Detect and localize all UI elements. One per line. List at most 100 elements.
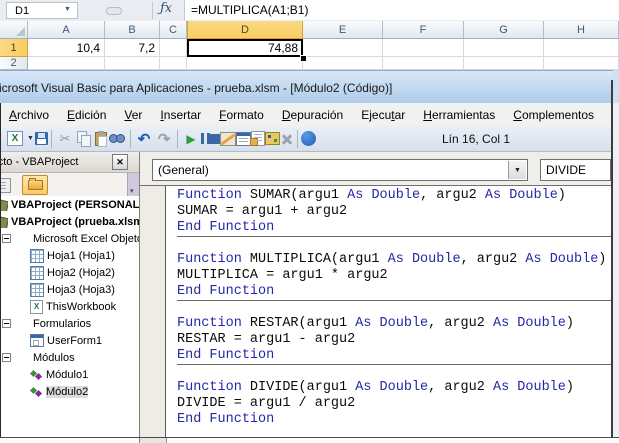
design-icon[interactable] (220, 132, 236, 146)
tree-item-label: ThisWorkbook (46, 301, 116, 313)
tree-item-vbaproject-personal-xlsb[interactable]: VBAProject (PERSONAL.XLSB) (0, 196, 139, 213)
formula-input[interactable]: =MULTIPLICA(A1;B1) (184, 0, 619, 20)
tree-expander-icon[interactable] (2, 234, 11, 243)
formula-text: =MULTIPLICA(A1;B1) (191, 3, 308, 17)
cell-E1[interactable] (303, 39, 383, 57)
column-header-C[interactable]: C (160, 21, 187, 39)
redo-icon[interactable] (154, 129, 174, 149)
menu-complementos[interactable]: Complementos (504, 105, 603, 125)
vbe-title-bar[interactable]: Microsoft Visual Basic para Aplicaciones… (0, 70, 619, 103)
code-line: End Function (177, 348, 611, 364)
formula-bar-resize-handle[interactable] (106, 7, 122, 15)
reset-icon[interactable] (210, 134, 220, 144)
break-icon[interactable] (201, 133, 210, 144)
column-header-B[interactable]: B (105, 21, 160, 39)
menu-archivo[interactable]: Archivo (0, 105, 58, 125)
toggle-folders-button[interactable] (22, 175, 48, 195)
fill-handle[interactable] (300, 55, 307, 62)
view-excel-icon[interactable] (7, 131, 23, 146)
object-browser-icon[interactable] (265, 132, 280, 145)
chevron-down-icon[interactable]: ▼ (508, 161, 526, 179)
copy-icon[interactable] (75, 129, 95, 149)
tree-item-formularios[interactable]: Formularios (0, 315, 139, 332)
column-header-E[interactable]: E (303, 21, 383, 39)
row-header-1[interactable]: 1 (0, 39, 28, 57)
tree-item-userform1[interactable]: UserForm1 (0, 332, 139, 349)
column-header-G[interactable]: G (464, 21, 544, 39)
tree-expander-icon[interactable] (2, 319, 11, 328)
selected-cell-border[interactable] (187, 39, 303, 57)
help-icon[interactable] (301, 131, 316, 146)
menu-herramientas[interactable]: Herramientas (414, 105, 504, 125)
cell-D2[interactable] (187, 57, 303, 70)
tree-item-thisworkbook[interactable]: ThisWorkbook (0, 298, 139, 315)
save-icon[interactable] (35, 132, 48, 145)
cell-F2[interactable] (383, 57, 464, 70)
insert-function-icon[interactable]: ƒx (160, 1, 182, 19)
sheet-row: 110,47,274,88 (0, 39, 619, 57)
toolbar-separator (297, 130, 298, 148)
cell-A2[interactable] (28, 57, 105, 70)
tree-expander-icon[interactable] (2, 353, 11, 362)
menu-formato[interactable]: Formato (210, 105, 273, 125)
cell-H1[interactable] (544, 39, 619, 57)
select-all-corner[interactable] (0, 21, 28, 39)
toolbar-overflow-button[interactable] (127, 173, 139, 196)
tree-item-label: Módulo1 (46, 369, 88, 381)
cell-F1[interactable] (383, 39, 464, 57)
toolbox-icon[interactable] (280, 132, 294, 146)
code-editor[interactable]: Function SUMAR(argu1 As Double, argu2 As… (167, 186, 611, 437)
tree-item-hoja2-hoja2[interactable]: Hoja2 (Hoja2) (0, 264, 139, 281)
paste-icon[interactable] (95, 132, 107, 146)
menu-insertar[interactable]: Insertar (151, 105, 210, 125)
tree-item-label: Formularios (33, 318, 91, 330)
tree-item-mo-dulo2[interactable]: Módulo2 (0, 383, 139, 400)
vbe-toolbar: ▼ (0, 126, 612, 152)
code-line: Function MULTIPLICA(argu1 As Double, arg… (177, 252, 611, 268)
cell-B2[interactable] (105, 57, 160, 70)
menu-ejecutar[interactable]: Ejecutar (352, 105, 414, 125)
code-line: MULTIPLICA = argu1 * argu2 (177, 268, 611, 284)
cell-A1[interactable]: 10,4 (28, 39, 105, 57)
cell-E2[interactable] (303, 57, 383, 70)
menu-depuracion[interactable]: Depuración (273, 105, 352, 125)
undo-icon[interactable] (134, 129, 154, 149)
project-explorer-icon[interactable] (236, 132, 251, 146)
run-icon[interactable] (181, 129, 201, 149)
project-icon (0, 216, 8, 228)
tree-item-microsoft-excel-objetos[interactable]: Microsoft Excel Objetos (0, 230, 139, 247)
tree-item-vbaproject-prueba-xlsm[interactable]: VBAProject (prueba.xlsm) (0, 213, 139, 230)
procedure-block: Function MULTIPLICA(argu1 As Double, arg… (177, 252, 611, 301)
menu-ver[interactable]: Ver (115, 105, 151, 125)
cell-B1[interactable]: 7,2 (105, 39, 160, 57)
tree-item-hoja3-hoja3[interactable]: Hoja3 (Hoja3) (0, 281, 139, 298)
module-icon (30, 386, 43, 398)
close-icon[interactable]: ✕ (112, 154, 128, 170)
cell-G2[interactable] (464, 57, 544, 70)
project-panel-titlebar[interactable]: Proyecto - VBAProject ✕ (0, 152, 139, 173)
column-header-A[interactable]: A (28, 21, 105, 39)
vbe-window-left-edge (0, 103, 1, 437)
menu-edicion[interactable]: Edición (58, 105, 115, 125)
tree-item-mo-dulo1[interactable]: Módulo1 (0, 366, 139, 383)
properties-window-icon[interactable] (251, 131, 265, 146)
cut-icon[interactable] (55, 129, 75, 149)
row-header-2[interactable]: 2 (0, 57, 28, 70)
code-margin-indicator-bar[interactable] (140, 186, 166, 437)
procedure-dropdown[interactable]: DIVIDE (540, 159, 611, 181)
column-header-F[interactable]: F (383, 21, 464, 39)
cell-G1[interactable] (464, 39, 544, 57)
formula-bar: D1 ▼ ƒx =MULTIPLICA(A1;B1) (0, 0, 619, 22)
chevron-down-icon[interactable]: ▼ (64, 6, 71, 13)
tree-item-mo-dulos[interactable]: Módulos (0, 349, 139, 366)
chevron-down-icon[interactable]: ▼ (26, 129, 35, 149)
view-object-icon[interactable] (0, 177, 12, 193)
tree-item-hoja1-hoja1[interactable]: Hoja1 (Hoja1) (0, 247, 139, 264)
column-header-D[interactable]: D (187, 21, 303, 39)
cell-C2[interactable] (160, 57, 187, 70)
column-header-H[interactable]: H (544, 21, 619, 39)
find-icon[interactable] (107, 129, 127, 149)
object-dropdown[interactable]: (General) ▼ (152, 159, 528, 181)
cell-H2[interactable] (544, 57, 619, 70)
cell-C1[interactable] (160, 39, 187, 57)
